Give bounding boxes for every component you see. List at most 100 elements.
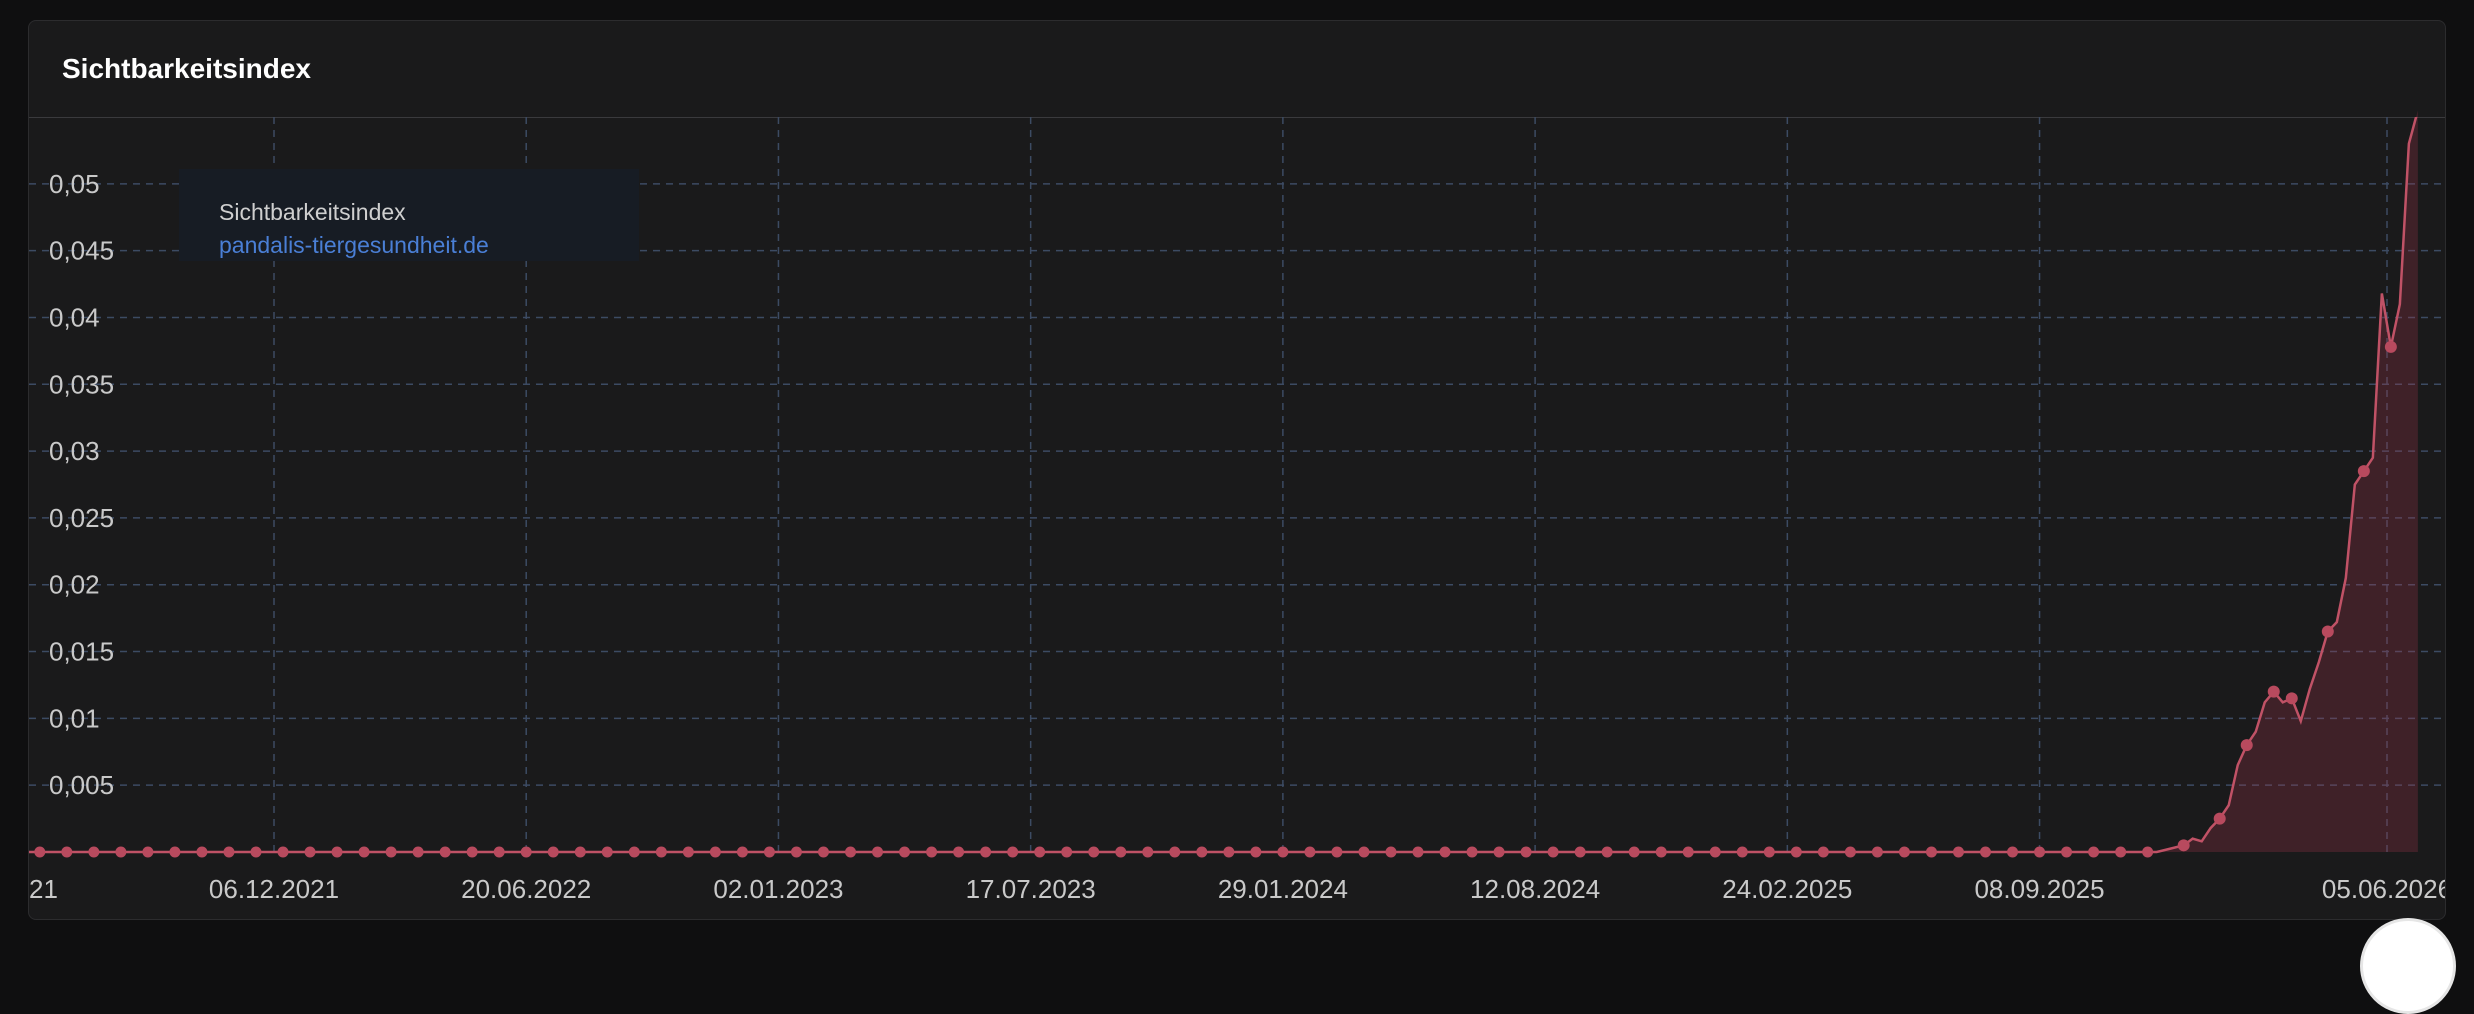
data-point	[1628, 846, 1640, 858]
data-point	[2240, 739, 2253, 752]
y-tick-label: 0,015	[49, 637, 114, 667]
y-tick-label: 0,025	[49, 503, 114, 533]
data-point	[2088, 846, 2100, 858]
x-tick-label: 17.07.2023	[966, 874, 1096, 904]
y-tick-label: 0,03	[49, 436, 100, 466]
data-point	[1034, 846, 1046, 858]
data-point	[115, 846, 127, 858]
data-point	[2034, 846, 2046, 858]
data-point	[277, 846, 289, 858]
data-point	[1844, 846, 1856, 858]
data-point	[953, 846, 965, 858]
data-point	[1574, 846, 1586, 858]
data-point	[2007, 846, 2019, 858]
data-point	[709, 846, 721, 858]
data-point	[169, 846, 181, 858]
data-point	[980, 846, 992, 858]
data-point	[1682, 846, 1694, 858]
data-point	[250, 846, 262, 858]
data-point	[845, 846, 857, 858]
visibility-index-panel: Sichtbarkeitsindex 0,005 0,01 0,015 0,02 0,0…	[28, 20, 2446, 920]
data-point	[1250, 846, 1262, 858]
data-point	[1925, 846, 1937, 858]
data-point	[1817, 846, 1829, 858]
x-tick-label: 08.09.2025	[1974, 874, 2104, 904]
data-point	[2142, 846, 2154, 858]
data-point	[520, 846, 532, 858]
data-point	[1898, 846, 1910, 858]
x-tick-label: 24.02.2025	[1722, 874, 1852, 904]
data-point	[223, 846, 235, 858]
data-point	[196, 846, 208, 858]
data-point	[142, 846, 154, 858]
x-tick-label: 21	[29, 874, 58, 904]
data-point	[899, 846, 911, 858]
visibility-line-chart[interactable]: 0,005 0,01 0,015 0,02 0,025 0,03 0,035 0,04 0,04…	[29, 21, 2445, 919]
data-point	[1385, 846, 1397, 858]
data-point	[1493, 846, 1505, 858]
data-point	[1007, 846, 1019, 858]
data-point	[601, 846, 613, 858]
data-point	[1358, 846, 1370, 858]
data-point	[655, 846, 667, 858]
data-point	[1061, 846, 1073, 858]
data-point	[1547, 846, 1559, 858]
data-point	[439, 846, 451, 858]
data-point	[34, 846, 46, 858]
data-point	[682, 846, 694, 858]
data-point	[872, 846, 884, 858]
y-tick-label: 0,05	[49, 169, 100, 199]
data-point	[1088, 846, 1100, 858]
legend-title: Sichtbarkeitsindex	[219, 199, 406, 225]
x-tick-label: 02.01.2023	[713, 874, 843, 904]
data-point	[412, 846, 424, 858]
y-tick-label: 0,045	[49, 236, 114, 266]
data-point	[1980, 846, 1992, 858]
data-point	[736, 846, 748, 858]
data-point	[2213, 812, 2226, 825]
data-point	[1601, 846, 1613, 858]
legend-series-domain[interactable]: pandalis-tiergesundheit.de	[219, 232, 489, 259]
data-point	[1439, 846, 1451, 858]
data-point	[2061, 846, 2073, 858]
y-tick-label: 0,01	[49, 703, 100, 733]
y-tick-label: 0,04	[49, 302, 100, 332]
data-point	[2357, 465, 2370, 478]
data-point	[1412, 846, 1424, 858]
data-point	[2267, 685, 2280, 698]
data-point	[493, 846, 505, 858]
data-point	[2384, 340, 2397, 353]
x-tick-label: 05.06.2026	[2322, 874, 2445, 904]
data-point	[2285, 692, 2298, 705]
data-point	[466, 846, 478, 858]
y-tick-label: 0,035	[49, 369, 114, 399]
data-point	[790, 846, 802, 858]
y-tick-label: 0,02	[49, 570, 100, 600]
data-point	[1709, 846, 1721, 858]
data-point	[358, 846, 370, 858]
data-point	[1196, 846, 1208, 858]
data-point	[1655, 846, 1667, 858]
data-point	[385, 846, 397, 858]
data-point	[2115, 846, 2127, 858]
data-point	[88, 846, 100, 858]
x-tick-label: 20.06.2022	[461, 874, 591, 904]
data-point	[1277, 846, 1289, 858]
data-point	[817, 846, 829, 858]
x-tick-label: 29.01.2024	[1218, 874, 1348, 904]
chat-widget-button[interactable]	[2360, 918, 2456, 1014]
data-point	[1142, 846, 1154, 858]
data-point	[1520, 846, 1532, 858]
data-point	[1763, 846, 1775, 858]
data-point	[1790, 846, 1802, 858]
data-point	[1304, 846, 1316, 858]
data-point	[331, 846, 343, 858]
y-tick-label: 0,005	[49, 770, 114, 800]
chart-tooltip-legend: Sichtbarkeitsindex pandalis-tiergesundhe…	[179, 169, 639, 261]
x-tick-label: 12.08.2024	[1470, 874, 1600, 904]
data-point	[61, 846, 73, 858]
data-point	[1169, 846, 1181, 858]
data-point	[1736, 846, 1748, 858]
data-point	[574, 846, 586, 858]
data-point	[628, 846, 640, 858]
